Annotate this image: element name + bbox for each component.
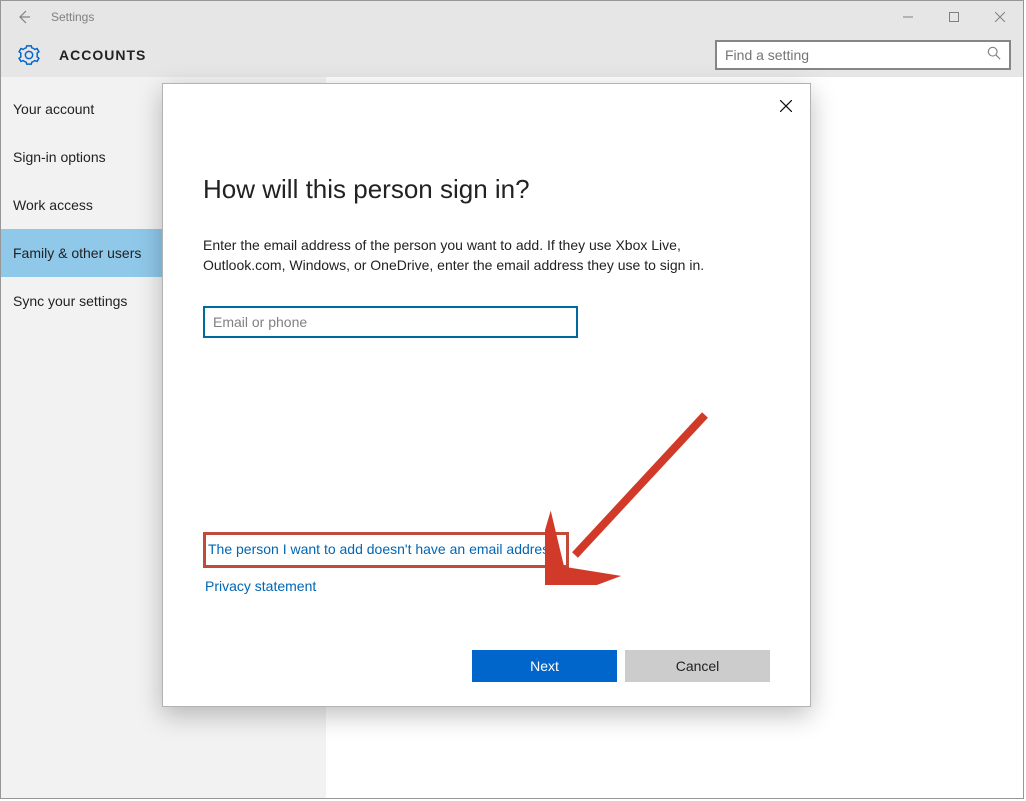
maximize-button[interactable] bbox=[931, 1, 977, 33]
search-icon bbox=[987, 46, 1001, 65]
privacy-statement-link[interactable]: Privacy statement bbox=[205, 578, 316, 594]
window-controls bbox=[885, 1, 1023, 33]
page-title: ACCOUNTS bbox=[59, 47, 146, 63]
dialog-body: How will this person sign in? Enter the … bbox=[163, 84, 810, 338]
settings-gear-icon[interactable] bbox=[17, 43, 41, 67]
sidebar-item-label: Your account bbox=[13, 101, 94, 117]
no-email-link[interactable]: The person I want to add doesn't have an… bbox=[208, 541, 556, 557]
sidebar-item-label: Family & other users bbox=[13, 245, 141, 261]
search-box[interactable] bbox=[715, 40, 1011, 70]
dialog-buttons: Next Cancel bbox=[472, 650, 770, 682]
close-icon bbox=[995, 12, 1005, 22]
minimize-button[interactable] bbox=[885, 1, 931, 33]
sidebar-item-label: Sync your settings bbox=[13, 293, 127, 309]
close-icon bbox=[780, 100, 792, 112]
dialog-close-button[interactable] bbox=[772, 92, 800, 120]
gear-icon bbox=[18, 44, 40, 66]
minimize-icon bbox=[903, 12, 913, 22]
dialog-links: The person I want to add doesn't have an… bbox=[203, 532, 569, 596]
annotation-highlight-box: The person I want to add doesn't have an… bbox=[203, 532, 569, 568]
back-arrow-icon bbox=[16, 9, 32, 25]
add-user-dialog: How will this person sign in? Enter the … bbox=[162, 83, 811, 707]
close-window-button[interactable] bbox=[977, 1, 1023, 33]
dialog-title: How will this person sign in? bbox=[203, 174, 770, 205]
window-title: Settings bbox=[51, 10, 94, 24]
dialog-description: Enter the email address of the person yo… bbox=[203, 235, 743, 276]
email-field[interactable] bbox=[203, 306, 578, 338]
titlebar: Settings bbox=[1, 1, 1023, 33]
back-button[interactable] bbox=[1, 1, 47, 33]
sidebar-item-label: Sign-in options bbox=[13, 149, 106, 165]
cancel-button[interactable]: Cancel bbox=[625, 650, 770, 682]
search-input[interactable] bbox=[725, 47, 987, 63]
sidebar-item-label: Work access bbox=[13, 197, 93, 213]
next-button[interactable]: Next bbox=[472, 650, 617, 682]
header: ACCOUNTS bbox=[1, 33, 1023, 77]
maximize-icon bbox=[949, 12, 959, 22]
